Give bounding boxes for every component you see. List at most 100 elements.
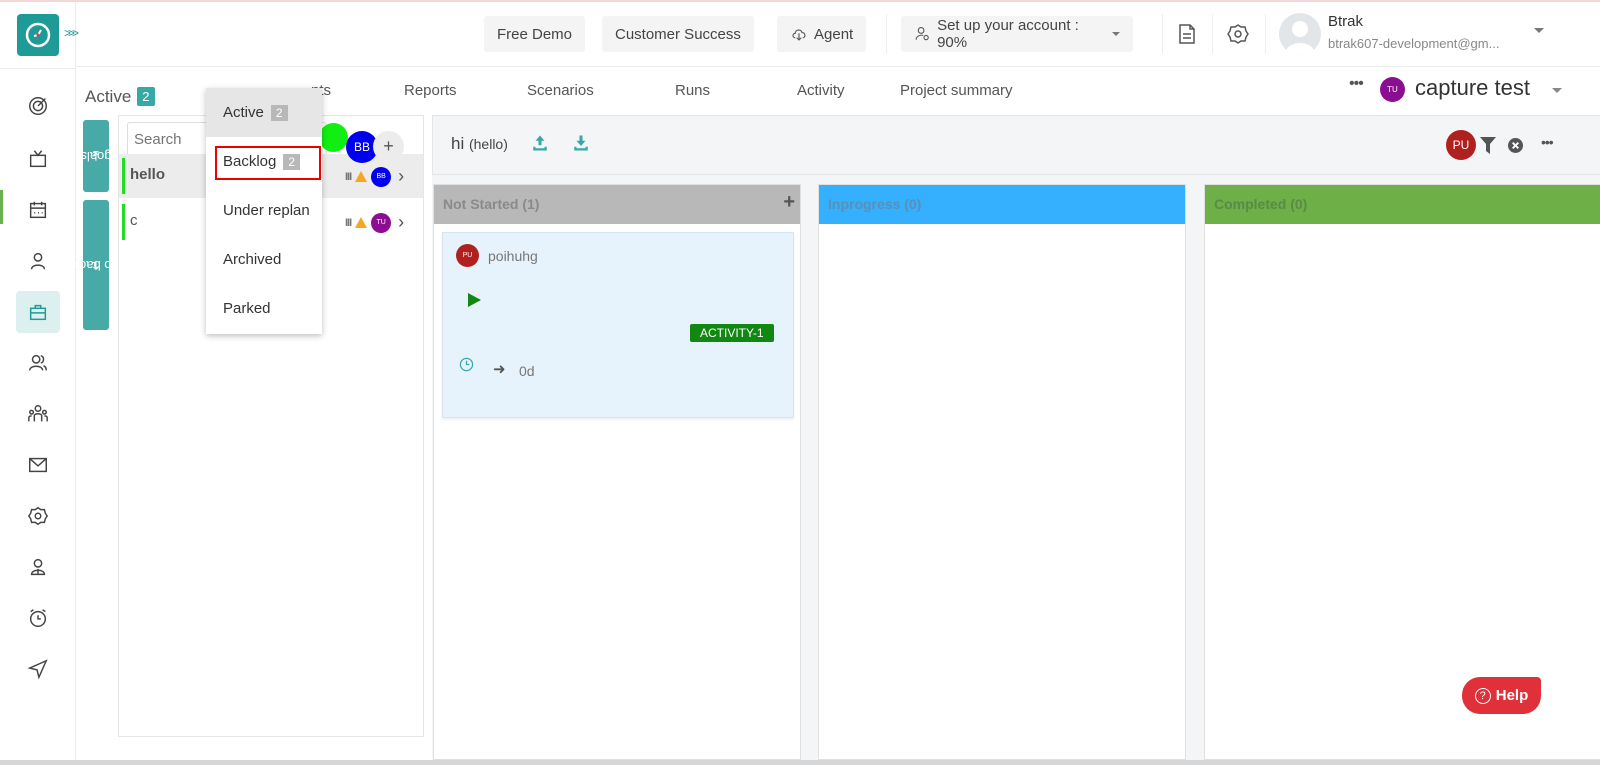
- goal-meta: III BB ›: [345, 166, 404, 187]
- sidebar-item-send[interactable]: [16, 648, 60, 690]
- column-not-started: Not Started (1) + PU poihuhg ACTIVITY-1 …: [433, 184, 801, 760]
- alarm-icon: [29, 609, 47, 627]
- tab-reports[interactable]: Reports: [404, 82, 457, 99]
- board-header: hi (hello) PU •••: [432, 115, 1600, 175]
- user-email: btrak607-development@gm...: [1328, 36, 1500, 51]
- download-button[interactable]: [572, 134, 590, 152]
- chevron-right-icon[interactable]: ›: [398, 212, 404, 233]
- agent-button[interactable]: Agent: [777, 16, 867, 52]
- divider: [886, 14, 887, 54]
- dropdown-item-label: Parked: [223, 300, 271, 317]
- tab-project-summary[interactable]: Project summary: [900, 82, 1013, 99]
- active-marker: [0, 190, 3, 224]
- user-menu-caret-icon[interactable]: [1534, 28, 1544, 33]
- work-item-card[interactable]: PU poihuhg ACTIVITY-1 ➜ 0d: [442, 232, 794, 418]
- help-button[interactable]: ? Help: [1462, 677, 1541, 714]
- dropdown-item-parked[interactable]: Parked: [206, 284, 322, 333]
- sidebar-item-team[interactable]: [16, 393, 60, 435]
- caret-down-icon: [1112, 32, 1120, 36]
- setup-account-dropdown[interactable]: Set up your account : 90%: [901, 16, 1133, 52]
- briefcase-icon: [29, 304, 47, 321]
- settings-button[interactable]: [1226, 22, 1250, 46]
- add-card-icon[interactable]: +: [783, 191, 795, 214]
- tab-runs[interactable]: Runs: [675, 82, 710, 99]
- customer-success-label: Customer Success: [615, 25, 741, 43]
- card-assignee-avatar: PU: [456, 244, 479, 267]
- divider: [1212, 14, 1213, 54]
- goal-owner-avatar: TU: [371, 212, 392, 233]
- more-options-icon[interactable]: •••: [1349, 75, 1364, 93]
- sidebar-item-alarm[interactable]: [16, 597, 60, 639]
- dropdown-item-archived[interactable]: Archived: [206, 235, 322, 284]
- tab-scenarios[interactable]: Scenarios: [527, 82, 594, 99]
- count-badge: 2: [283, 153, 301, 170]
- divider: [1162, 14, 1163, 54]
- divider: [0, 68, 76, 69]
- dropdown-item-label: Active: [223, 104, 264, 121]
- column-title: Inprogress (0): [828, 196, 922, 212]
- calendar-icon: [29, 201, 47, 219]
- user-avatar[interactable]: [1279, 13, 1321, 55]
- dropdown-item-backlog[interactable]: Backlog 2: [206, 137, 322, 186]
- arrow-right-icon: ➜: [493, 361, 506, 378]
- document-button[interactable]: [1175, 22, 1199, 46]
- filter-icon[interactable]: [1480, 137, 1496, 154]
- clock-logo-icon: [25, 22, 51, 48]
- user-settings-icon: [915, 27, 929, 41]
- goal-meta: III TU ›: [345, 212, 404, 233]
- gear-icon: [1227, 24, 1249, 44]
- help-label: Help: [1495, 687, 1529, 704]
- send-icon: [27, 659, 48, 680]
- status-count-badge: 2: [137, 87, 155, 106]
- warning-icon: [355, 217, 368, 228]
- dropdown-item-label: Backlog: [223, 153, 277, 170]
- priority-bars-icon: III: [345, 216, 352, 229]
- column-header: Completed (0): [1205, 185, 1600, 224]
- settings-icon: [27, 506, 49, 526]
- project-avatar: TU: [1380, 77, 1405, 102]
- card-title: poihuhg: [488, 248, 538, 264]
- tab-activity[interactable]: Activity: [797, 82, 845, 99]
- sidebar-item-calendar[interactable]: [16, 189, 60, 231]
- status-dropdown-menu: Active 2 Backlog 2 Under replan Archived P…: [206, 88, 322, 334]
- sidebar-item-dashboard[interactable]: [16, 85, 60, 127]
- board-more-icon[interactable]: •••: [1541, 134, 1554, 150]
- dropdown-item-under-replan[interactable]: Under replan: [206, 186, 322, 235]
- caret-down-icon[interactable]: [1552, 88, 1562, 93]
- sidebar-item-tv[interactable]: [16, 138, 60, 180]
- go-to-backlog-tab[interactable]: Go to backlog ↵: [56, 200, 136, 330]
- goals-vertical-tab[interactable]: goals ⇥: [80, 120, 112, 192]
- goal-status-selector[interactable]: Active 2: [85, 87, 155, 107]
- project-selector[interactable]: capture test: [1415, 75, 1530, 101]
- goal-name: c: [130, 212, 138, 229]
- clear-filter-icon[interactable]: [1508, 138, 1523, 153]
- column-completed: Completed (0): [1204, 184, 1600, 760]
- board-title: hi (hello): [451, 134, 508, 154]
- filter-user-avatar[interactable]: PU: [1446, 130, 1476, 160]
- dropdown-item-active[interactable]: Active 2: [206, 88, 322, 137]
- add-member-button[interactable]: +: [373, 131, 404, 162]
- count-badge: 2: [270, 104, 288, 121]
- upload-button[interactable]: [531, 134, 549, 152]
- sidebar-item-settings[interactable]: [16, 495, 60, 537]
- priority-bars-icon: III: [345, 170, 352, 183]
- avatar-placeholder-icon: [1285, 21, 1315, 55]
- sidebar-item-users[interactable]: [16, 342, 60, 384]
- app-logo[interactable]: [17, 14, 59, 56]
- play-icon[interactable]: [468, 293, 481, 307]
- sidebar-item-mail[interactable]: [16, 444, 60, 486]
- target-icon: [29, 97, 47, 115]
- sidebar-item-projects[interactable]: [16, 291, 60, 333]
- clock-icon: [459, 357, 474, 372]
- board-title-text: hi: [451, 134, 465, 153]
- customer-success-button[interactable]: Customer Success: [602, 16, 754, 52]
- sidebar-item-profile[interactable]: [16, 546, 60, 588]
- warning-icon: [355, 171, 368, 182]
- free-demo-button[interactable]: Free Demo: [484, 16, 586, 52]
- sidebar-item-user[interactable]: [16, 240, 60, 282]
- document-icon: [1179, 24, 1195, 44]
- upload-icon: [533, 135, 547, 151]
- chevron-right-icon[interactable]: ›: [398, 166, 404, 187]
- users-icon: [29, 354, 47, 371]
- expand-sidebar-icon[interactable]: >>>: [64, 26, 79, 40]
